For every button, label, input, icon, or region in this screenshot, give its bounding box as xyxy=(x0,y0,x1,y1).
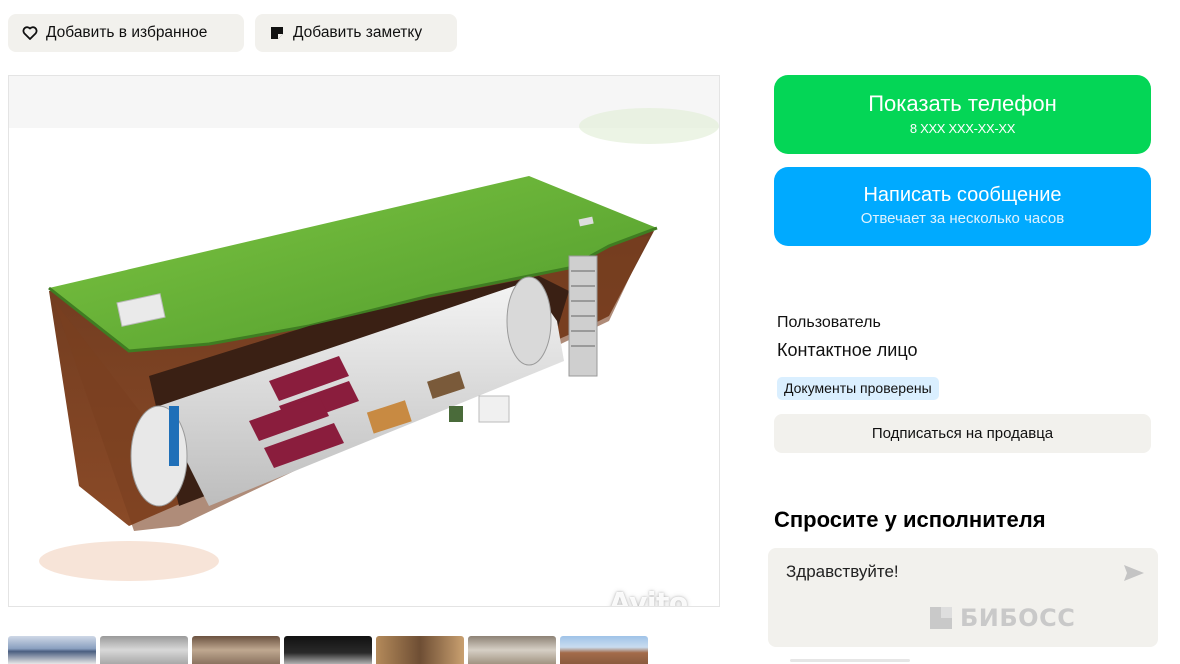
add-to-favorites-button[interactable]: Добавить в избранное xyxy=(8,14,244,52)
thumbnail[interactable] xyxy=(468,636,556,664)
thumbnail[interactable] xyxy=(560,636,648,664)
add-note-button[interactable]: Добавить заметку xyxy=(255,14,457,52)
avito-watermark: Avito xyxy=(609,586,688,607)
main-photo[interactable]: Avito xyxy=(8,75,720,607)
show-phone-label: Показать телефон xyxy=(868,91,1057,116)
thumbnail-strip xyxy=(8,636,648,664)
seller-role: Контактное лицо xyxy=(777,340,918,360)
send-icon[interactable] xyxy=(1123,564,1145,587)
add-to-favorites-label: Добавить в избранное xyxy=(46,24,208,41)
message-input[interactable] xyxy=(786,562,1106,582)
seller-name[interactable]: Пользователь xyxy=(777,314,881,332)
show-phone-button[interactable]: Показать телефон 8 XXX XXX-XX-XX xyxy=(774,75,1151,154)
thumbnail[interactable] xyxy=(284,636,372,664)
divider xyxy=(790,659,910,662)
note-icon xyxy=(269,25,285,41)
response-time: Отвечает за несколько часов xyxy=(860,210,1065,227)
thumbnail[interactable] xyxy=(100,636,188,664)
thumbnail[interactable] xyxy=(376,636,464,664)
subscribe-seller-button[interactable]: Подписаться на продавца xyxy=(774,414,1151,453)
thumbnail[interactable] xyxy=(192,636,280,664)
biboss-watermark: БИБОСС xyxy=(930,604,1075,632)
heart-icon xyxy=(22,25,38,41)
ask-message-box: БИБОСС xyxy=(768,548,1158,647)
ask-section-title: Спросите у исполнителя xyxy=(774,507,1046,532)
biboss-watermark-text: БИБОСС xyxy=(960,604,1076,632)
documents-verified-badge: Документы проверены xyxy=(777,377,939,400)
write-message-label: Написать сообщение xyxy=(863,184,1062,206)
phone-masked: 8 XXX XXX-XX-XX xyxy=(909,121,1016,136)
add-note-label: Добавить заметку xyxy=(293,24,423,41)
bunker-illustration xyxy=(39,108,719,581)
biboss-logo-icon xyxy=(930,607,952,629)
thumbnail[interactable] xyxy=(8,636,96,664)
write-message-button[interactable]: Написать сообщение Отвечает за несколько… xyxy=(774,167,1151,246)
